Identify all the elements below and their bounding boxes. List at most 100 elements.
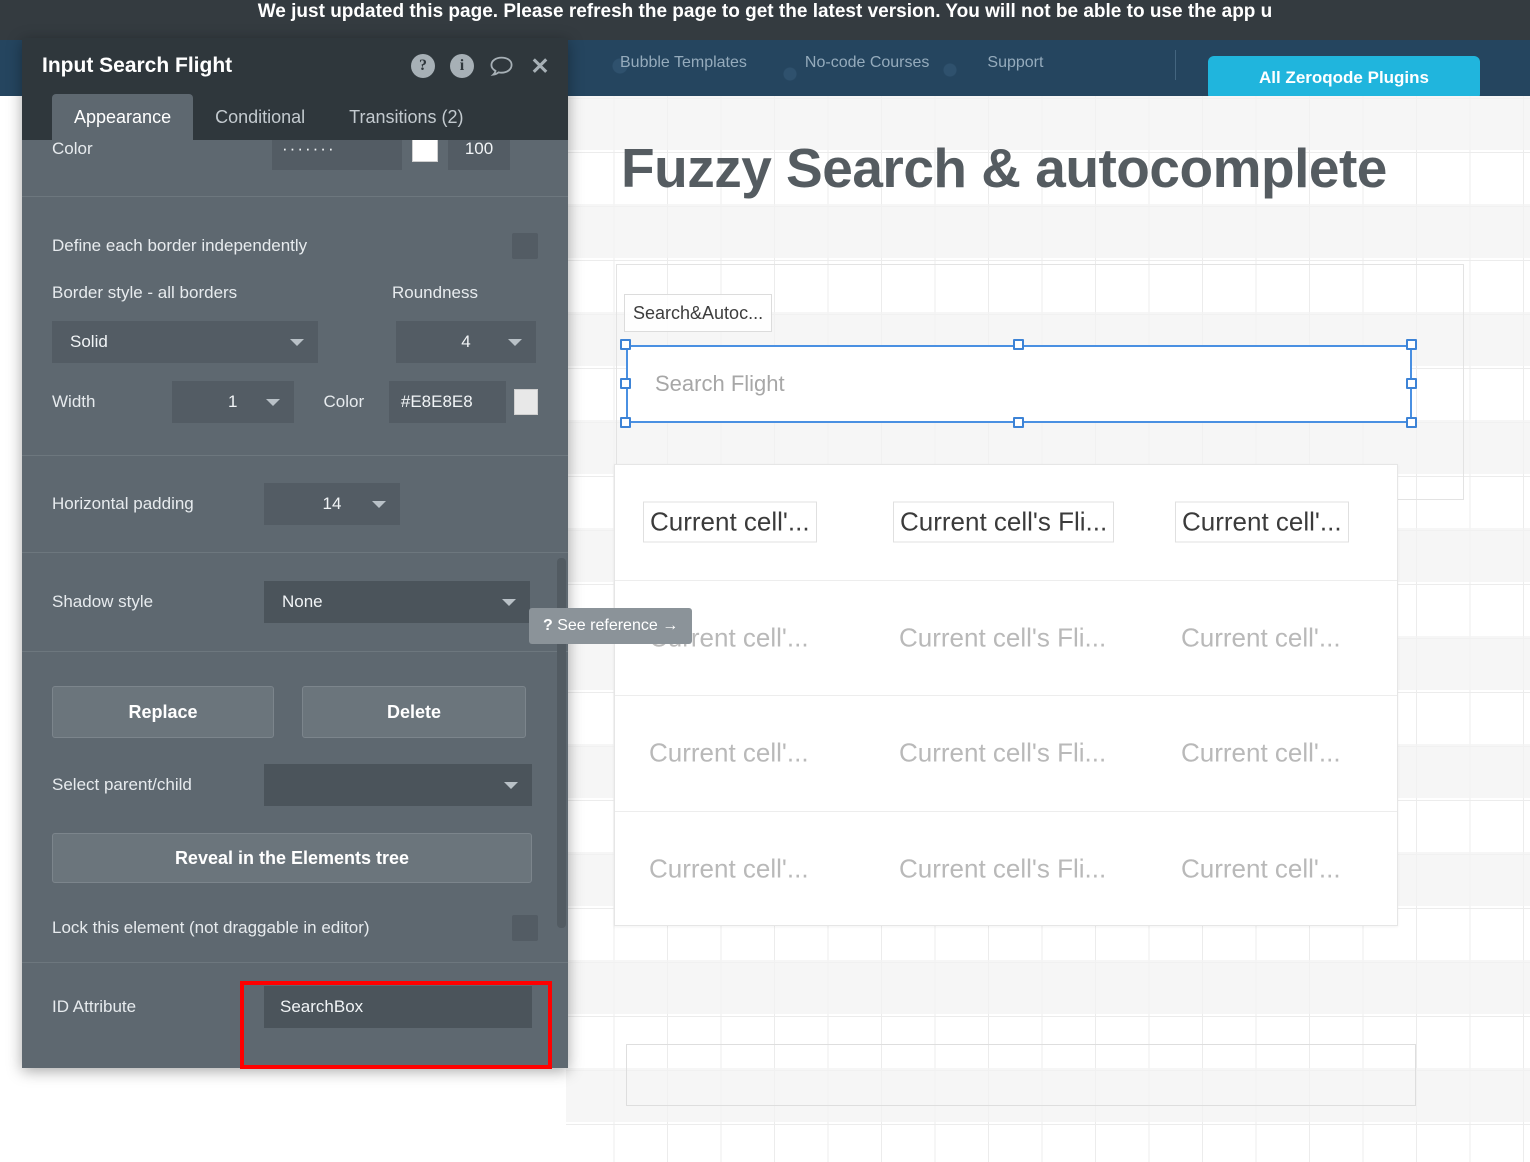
define-each-border-checkbox[interactable] xyxy=(512,233,538,259)
replace-delete-row[interactable]: Replace Delete xyxy=(22,652,568,748)
shadow-style-row[interactable]: Shadow style None xyxy=(22,553,568,651)
color-row[interactable]: Color ······· 100 xyxy=(22,140,568,172)
see-reference-tooltip[interactable]: ? See reference → xyxy=(529,608,693,644)
resize-handle-bottom-center[interactable] xyxy=(1013,417,1024,428)
select-parent-child-label: Select parent/child xyxy=(52,775,192,794)
tooltip-question-marker: ? xyxy=(543,617,553,634)
comment-icon[interactable] xyxy=(489,54,513,78)
panel-header-icons: ? i ✕ xyxy=(411,53,552,79)
color-opacity-field[interactable]: 100 xyxy=(448,140,510,170)
resize-handle-middle-left[interactable] xyxy=(620,378,631,389)
tab-conditional[interactable]: Conditional xyxy=(193,94,327,140)
border-color-field[interactable]: #E8E8E8 xyxy=(388,381,507,423)
all-zeroqode-plugins-button[interactable]: All Zeroqode Plugins xyxy=(1208,56,1480,96)
cell-detail: Current cell'... xyxy=(1175,501,1349,543)
select-parent-child-select[interactable] xyxy=(264,764,532,806)
cell-flight: Current cell's Fli... xyxy=(893,501,1115,543)
shadow-style-select[interactable]: None xyxy=(264,581,530,623)
roundness-select[interactable]: 4 xyxy=(396,321,536,363)
chevron-down-icon xyxy=(502,599,516,606)
id-attribute-label: ID Attribute xyxy=(52,997,137,1016)
resize-handle-top-left[interactable] xyxy=(620,339,631,350)
reveal-in-elements-tree-button[interactable]: Reveal in the Elements tree xyxy=(52,833,532,883)
chevron-down-icon xyxy=(265,399,280,406)
reveal-elements-tree-row[interactable]: Reveal in the Elements tree xyxy=(22,822,568,894)
border-style-row[interactable]: Solid 4 xyxy=(22,313,568,371)
shadow-style-label: Shadow style xyxy=(52,592,154,611)
border-style-label: Border style - all borders xyxy=(52,283,238,302)
panel-title: Input Search Flight xyxy=(42,54,233,77)
border-style-value: Solid xyxy=(70,332,108,351)
search-input-placeholder: Search Flight xyxy=(655,371,785,396)
roundness-value: 4 xyxy=(461,332,471,351)
border-style-select[interactable]: Solid xyxy=(52,321,318,363)
resize-handle-middle-right[interactable] xyxy=(1406,378,1417,389)
search-flight-input[interactable]: Search Flight xyxy=(626,345,1412,423)
horizontal-padding-label: Horizontal padding xyxy=(52,494,194,513)
panel-body: Color ······· 100 Define each border ind… xyxy=(22,140,568,1068)
cell-flight: Current cell's Fli... xyxy=(899,853,1107,884)
lock-element-checkbox[interactable] xyxy=(512,915,538,941)
resize-handle-top-center[interactable] xyxy=(1013,339,1024,350)
nav-links: Bubble Templates No-code Courses Support xyxy=(620,54,1043,72)
table-row[interactable]: Current cell'... Current cell's Fli... C… xyxy=(615,696,1397,812)
border-width-color-row[interactable]: Width 1 Color #E8E8E8 xyxy=(22,371,568,433)
info-icon[interactable]: i xyxy=(450,54,474,78)
chevron-down-icon xyxy=(372,501,386,508)
cell-detail: Current cell'... xyxy=(1181,853,1341,884)
update-notice-banner: We just updated this page. Please refres… xyxy=(0,0,1530,40)
table-row[interactable]: Current cell'... Current cell's Fli... C… xyxy=(615,465,1397,581)
tab-transitions[interactable]: Transitions (2) xyxy=(327,94,485,140)
chevron-down-icon xyxy=(508,339,522,346)
tooltip-text: See reference → xyxy=(557,617,679,634)
select-parent-child-row[interactable]: Select parent/child xyxy=(22,748,568,822)
chevron-down-icon xyxy=(290,339,304,346)
resize-handle-bottom-right[interactable] xyxy=(1406,417,1417,428)
color-label: Color xyxy=(52,140,93,158)
resize-handle-top-right[interactable] xyxy=(1406,339,1417,350)
editor-canvas[interactable]: Fuzzy Search & autocomplete Search&Autoc… xyxy=(566,96,1530,1162)
border-color-label: Color xyxy=(323,392,365,411)
empty-element-outline[interactable] xyxy=(626,1044,1416,1106)
replace-button[interactable]: Replace xyxy=(52,686,274,738)
screenshot-root: Bubble Templates No-code Courses Support… xyxy=(0,0,1530,1162)
lock-element-label: Lock this element (not draggable in edit… xyxy=(52,918,370,937)
nav-link-bubble-templates[interactable]: Bubble Templates xyxy=(620,54,747,72)
panel-header: Input Search Flight ? i ✕ xyxy=(22,38,568,94)
table-row[interactable]: Current cell'... Current cell's Fli... C… xyxy=(615,581,1397,696)
nav-link-no-code-courses[interactable]: No-code Courses xyxy=(805,54,930,72)
width-value: 1 xyxy=(227,392,238,411)
horizontal-padding-select[interactable]: 14 xyxy=(264,483,400,525)
border-color-swatch[interactable] xyxy=(514,389,539,415)
element-name-label[interactable]: Search&Autoc... xyxy=(624,294,772,332)
close-icon[interactable]: ✕ xyxy=(528,53,552,79)
nav-divider xyxy=(1175,50,1176,80)
cell-airline: Current cell'... xyxy=(649,853,809,884)
tab-appearance[interactable]: Appearance xyxy=(52,94,194,140)
panel-tabs: Appearance Conditional Transitions (2) xyxy=(22,94,568,140)
repeating-group[interactable]: Current cell'... Current cell's Fli... C… xyxy=(614,464,1398,926)
cell-airline: Current cell'... xyxy=(649,737,809,768)
cell-detail: Current cell'... xyxy=(1181,622,1341,653)
color-value-field[interactable]: ······· xyxy=(272,140,402,170)
shadow-style-value: None xyxy=(282,592,323,611)
border-style-labels-row: Border style - all borders Roundness xyxy=(22,273,568,313)
delete-button[interactable]: Delete xyxy=(302,686,526,738)
lock-element-row[interactable]: Lock this element (not draggable in edit… xyxy=(22,894,568,962)
page-title: Fuzzy Search & autocomplete xyxy=(621,137,1387,199)
cell-flight: Current cell's Fli... xyxy=(899,737,1107,768)
id-attribute-row[interactable]: ID Attribute SearchBox xyxy=(22,963,568,1051)
resize-handle-bottom-left[interactable] xyxy=(620,417,631,428)
canvas-grid-band xyxy=(566,960,1530,1014)
width-label: Width xyxy=(52,392,96,411)
help-icon[interactable]: ? xyxy=(411,54,435,78)
horizontal-padding-row[interactable]: Horizontal padding 14 xyxy=(22,456,568,552)
define-each-border-row[interactable]: Define each border independently xyxy=(22,197,568,273)
roundness-label: Roundness xyxy=(392,283,479,302)
id-attribute-input[interactable]: SearchBox xyxy=(264,986,532,1028)
color-swatch[interactable] xyxy=(412,140,438,162)
property-editor-panel[interactable]: Input Search Flight ? i ✕ Appearance Con… xyxy=(22,38,568,1068)
width-select[interactable]: 1 xyxy=(171,381,294,423)
nav-link-support[interactable]: Support xyxy=(987,54,1043,72)
table-row[interactable]: Current cell'... Current cell's Fli... C… xyxy=(615,812,1397,928)
